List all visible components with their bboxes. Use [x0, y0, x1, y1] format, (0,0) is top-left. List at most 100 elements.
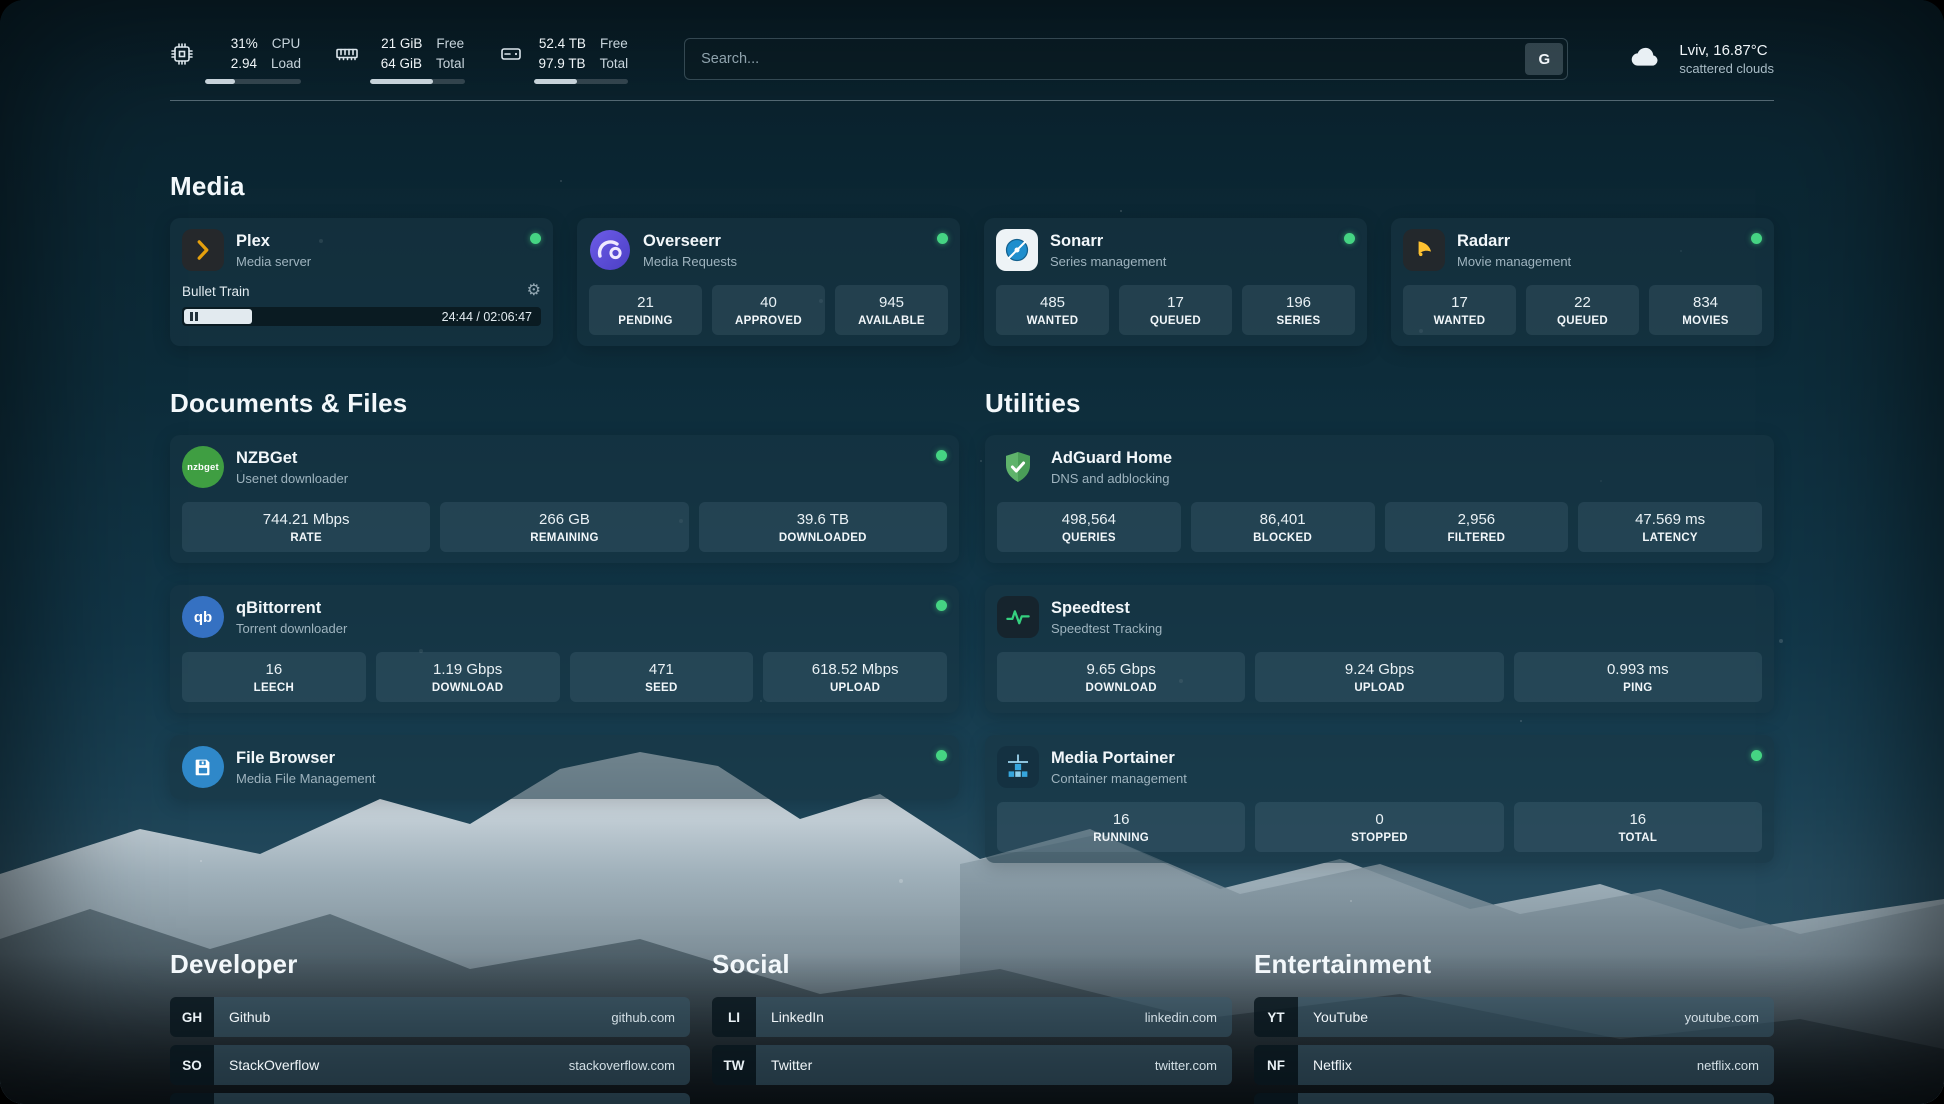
stat-queued: 17QUEUED [1119, 285, 1232, 335]
plex-icon [182, 229, 224, 271]
search-engine-button[interactable]: G [1525, 43, 1563, 75]
app-card-radarr[interactable]: Radarr Movie management 17WANTED 22QUEUE… [1391, 218, 1774, 346]
cpu-load-label: Load [271, 54, 301, 74]
disk-free-label: Free [600, 34, 628, 54]
linkedin-icon: LI [712, 997, 756, 1037]
search-bar: G [684, 38, 1568, 80]
playback-progress-bar[interactable]: 24:44 / 02:06:47 [182, 307, 541, 326]
memory-progress-bar [370, 79, 465, 84]
bookmark-twitter[interactable]: TW Twittertwitter.com [712, 1045, 1232, 1085]
now-playing-title: Bullet Train [182, 284, 250, 299]
app-name: Overseerr [643, 232, 737, 251]
app-name: qBittorrent [236, 599, 347, 618]
dev-icon: DT [170, 1093, 214, 1104]
stat-total: 16TOTAL [1514, 802, 1762, 852]
stat-movies: 834MOVIES [1649, 285, 1762, 335]
app-card-speedtest[interactable]: Speedtest Speedtest Tracking 9.65 GbpsDO… [985, 585, 1774, 713]
stat-wanted: 485WANTED [996, 285, 1109, 335]
stat-wanted: 17WANTED [1403, 285, 1516, 335]
cpu-icon [170, 42, 194, 66]
app-card-overseerr[interactable]: Overseerr Media Requests 21PENDING 40APP… [577, 218, 960, 346]
bookmark-reddit[interactable]: RE Redditreddit.com [1254, 1093, 1774, 1104]
stat-latency: 47.569 msLATENCY [1578, 502, 1762, 552]
status-dot [936, 450, 947, 461]
memory-total-value: 64 GiB [370, 54, 422, 74]
reddit-icon: RE [1254, 1093, 1298, 1104]
pause-icon[interactable] [190, 312, 198, 321]
memory-widget: 21 GiBFree 64 GiBTotal [335, 34, 465, 84]
netflix-icon: NF [1254, 1045, 1298, 1085]
youtube-icon: YT [1254, 997, 1298, 1037]
bookmark-stackoverflow[interactable]: SO StackOverflowstackoverflow.com [170, 1045, 690, 1085]
stat-ping: 0.993 msPING [1514, 652, 1762, 702]
stat-queued: 22QUEUED [1526, 285, 1639, 335]
qbittorrent-icon: qb [182, 596, 224, 638]
twitter-icon: TW [712, 1045, 756, 1085]
stat-filtered: 2,956FILTERED [1385, 502, 1569, 552]
status-dot [937, 233, 948, 244]
app-subtitle: Series management [1050, 254, 1166, 269]
disk-progress-bar [534, 79, 629, 84]
social-section-title: Social [712, 949, 1232, 980]
cpu-label: CPU [272, 34, 301, 54]
section-social: Social LI LinkedInlinkedin.com TW Twitte… [712, 949, 1232, 1104]
overseerr-icon [589, 229, 631, 271]
disk-total-label: Total [600, 54, 629, 74]
memory-total-label: Total [436, 54, 465, 74]
header-divider [170, 100, 1774, 101]
app-subtitle: Movie management [1457, 254, 1571, 269]
stat-stopped: 0STOPPED [1255, 802, 1503, 852]
top-bar: 31%CPU 2.94Load 21 GiBFree 64 Gi [170, 0, 1774, 84]
entertainment-section-title: Entertainment [1254, 949, 1774, 980]
section-documents: Documents & Files nzbget NZBGet Usenet d… [170, 388, 959, 863]
stat-approved: 40APPROVED [712, 285, 825, 335]
stat-series: 196SERIES [1242, 285, 1355, 335]
stat-download: 1.19 GbpsDOWNLOAD [376, 652, 560, 702]
app-name: Media Portainer [1051, 749, 1187, 768]
bookmark-linkedin[interactable]: LI LinkedInlinkedin.com [712, 997, 1232, 1037]
stat-leech: 16LEECH [182, 652, 366, 702]
app-subtitle: Media Requests [643, 254, 737, 269]
bookmark-dev[interactable]: DT DEVdev.to [170, 1093, 690, 1104]
memory-free-value: 21 GiB [370, 34, 422, 54]
search-input[interactable] [684, 38, 1568, 80]
app-subtitle: Container management [1051, 771, 1187, 786]
system-metrics: 31%CPU 2.94Load 21 GiBFree 64 Gi [170, 34, 628, 84]
bookmark-youtube[interactable]: YT YouTubeyoutube.com [1254, 997, 1774, 1037]
stackoverflow-icon: SO [170, 1045, 214, 1085]
stat-upload: 9.24 GbpsUPLOAD [1255, 652, 1503, 702]
disk-icon [499, 42, 523, 66]
app-subtitle: Media server [236, 254, 311, 269]
stat-rate: 744.21 MbpsRATE [182, 502, 430, 552]
status-dot [1751, 750, 1762, 761]
cpu-progress-bar [205, 79, 301, 84]
sonarr-icon [996, 229, 1038, 271]
app-name: AdGuard Home [1051, 449, 1172, 468]
app-subtitle: Torrent downloader [236, 621, 347, 636]
stat-seed: 471SEED [570, 652, 754, 702]
app-card-qbittorrent[interactable]: qb qBittorrent Torrent downloader 16LEEC… [170, 585, 959, 713]
app-card-adguard[interactable]: AdGuard Home DNS and adblocking 498,564Q… [985, 435, 1774, 563]
utilities-section-title: Utilities [985, 388, 1774, 419]
app-card-filebrowser[interactable]: File Browser Media File Management [170, 735, 959, 799]
app-card-sonarr[interactable]: Sonarr Series management 485WANTED 17QUE… [984, 218, 1367, 346]
ram-icon [335, 42, 359, 66]
section-media: Media Plex Media server [170, 171, 1774, 346]
settings-gear-icon[interactable]: ⚙ [527, 283, 541, 299]
weather-condition: scattered clouds [1679, 61, 1774, 76]
app-subtitle: DNS and adblocking [1051, 471, 1172, 486]
status-dot [936, 750, 947, 761]
weather-widget: Lviv, 16.87°C scattered clouds [1624, 41, 1774, 78]
stat-available: 945AVAILABLE [835, 285, 948, 335]
cpu-load-value: 2.94 [205, 54, 257, 74]
app-card-nzbget[interactable]: nzbget NZBGet Usenet downloader 744.21 M… [170, 435, 959, 563]
section-utilities: Utilities [985, 388, 1774, 863]
bookmark-github[interactable]: GH Githubgithub.com [170, 997, 690, 1037]
bookmark-netflix[interactable]: NF Netflixnetflix.com [1254, 1045, 1774, 1085]
app-card-portainer[interactable]: Media Portainer Container management 16R… [985, 735, 1774, 863]
app-name: File Browser [236, 749, 375, 768]
cpu-percent: 31% [205, 34, 258, 54]
stat-downloaded: 39.6 TBDOWNLOADED [699, 502, 947, 552]
app-card-plex[interactable]: Plex Media server Bullet Train ⚙ 24:44 [170, 218, 553, 346]
stat-running: 16RUNNING [997, 802, 1245, 852]
